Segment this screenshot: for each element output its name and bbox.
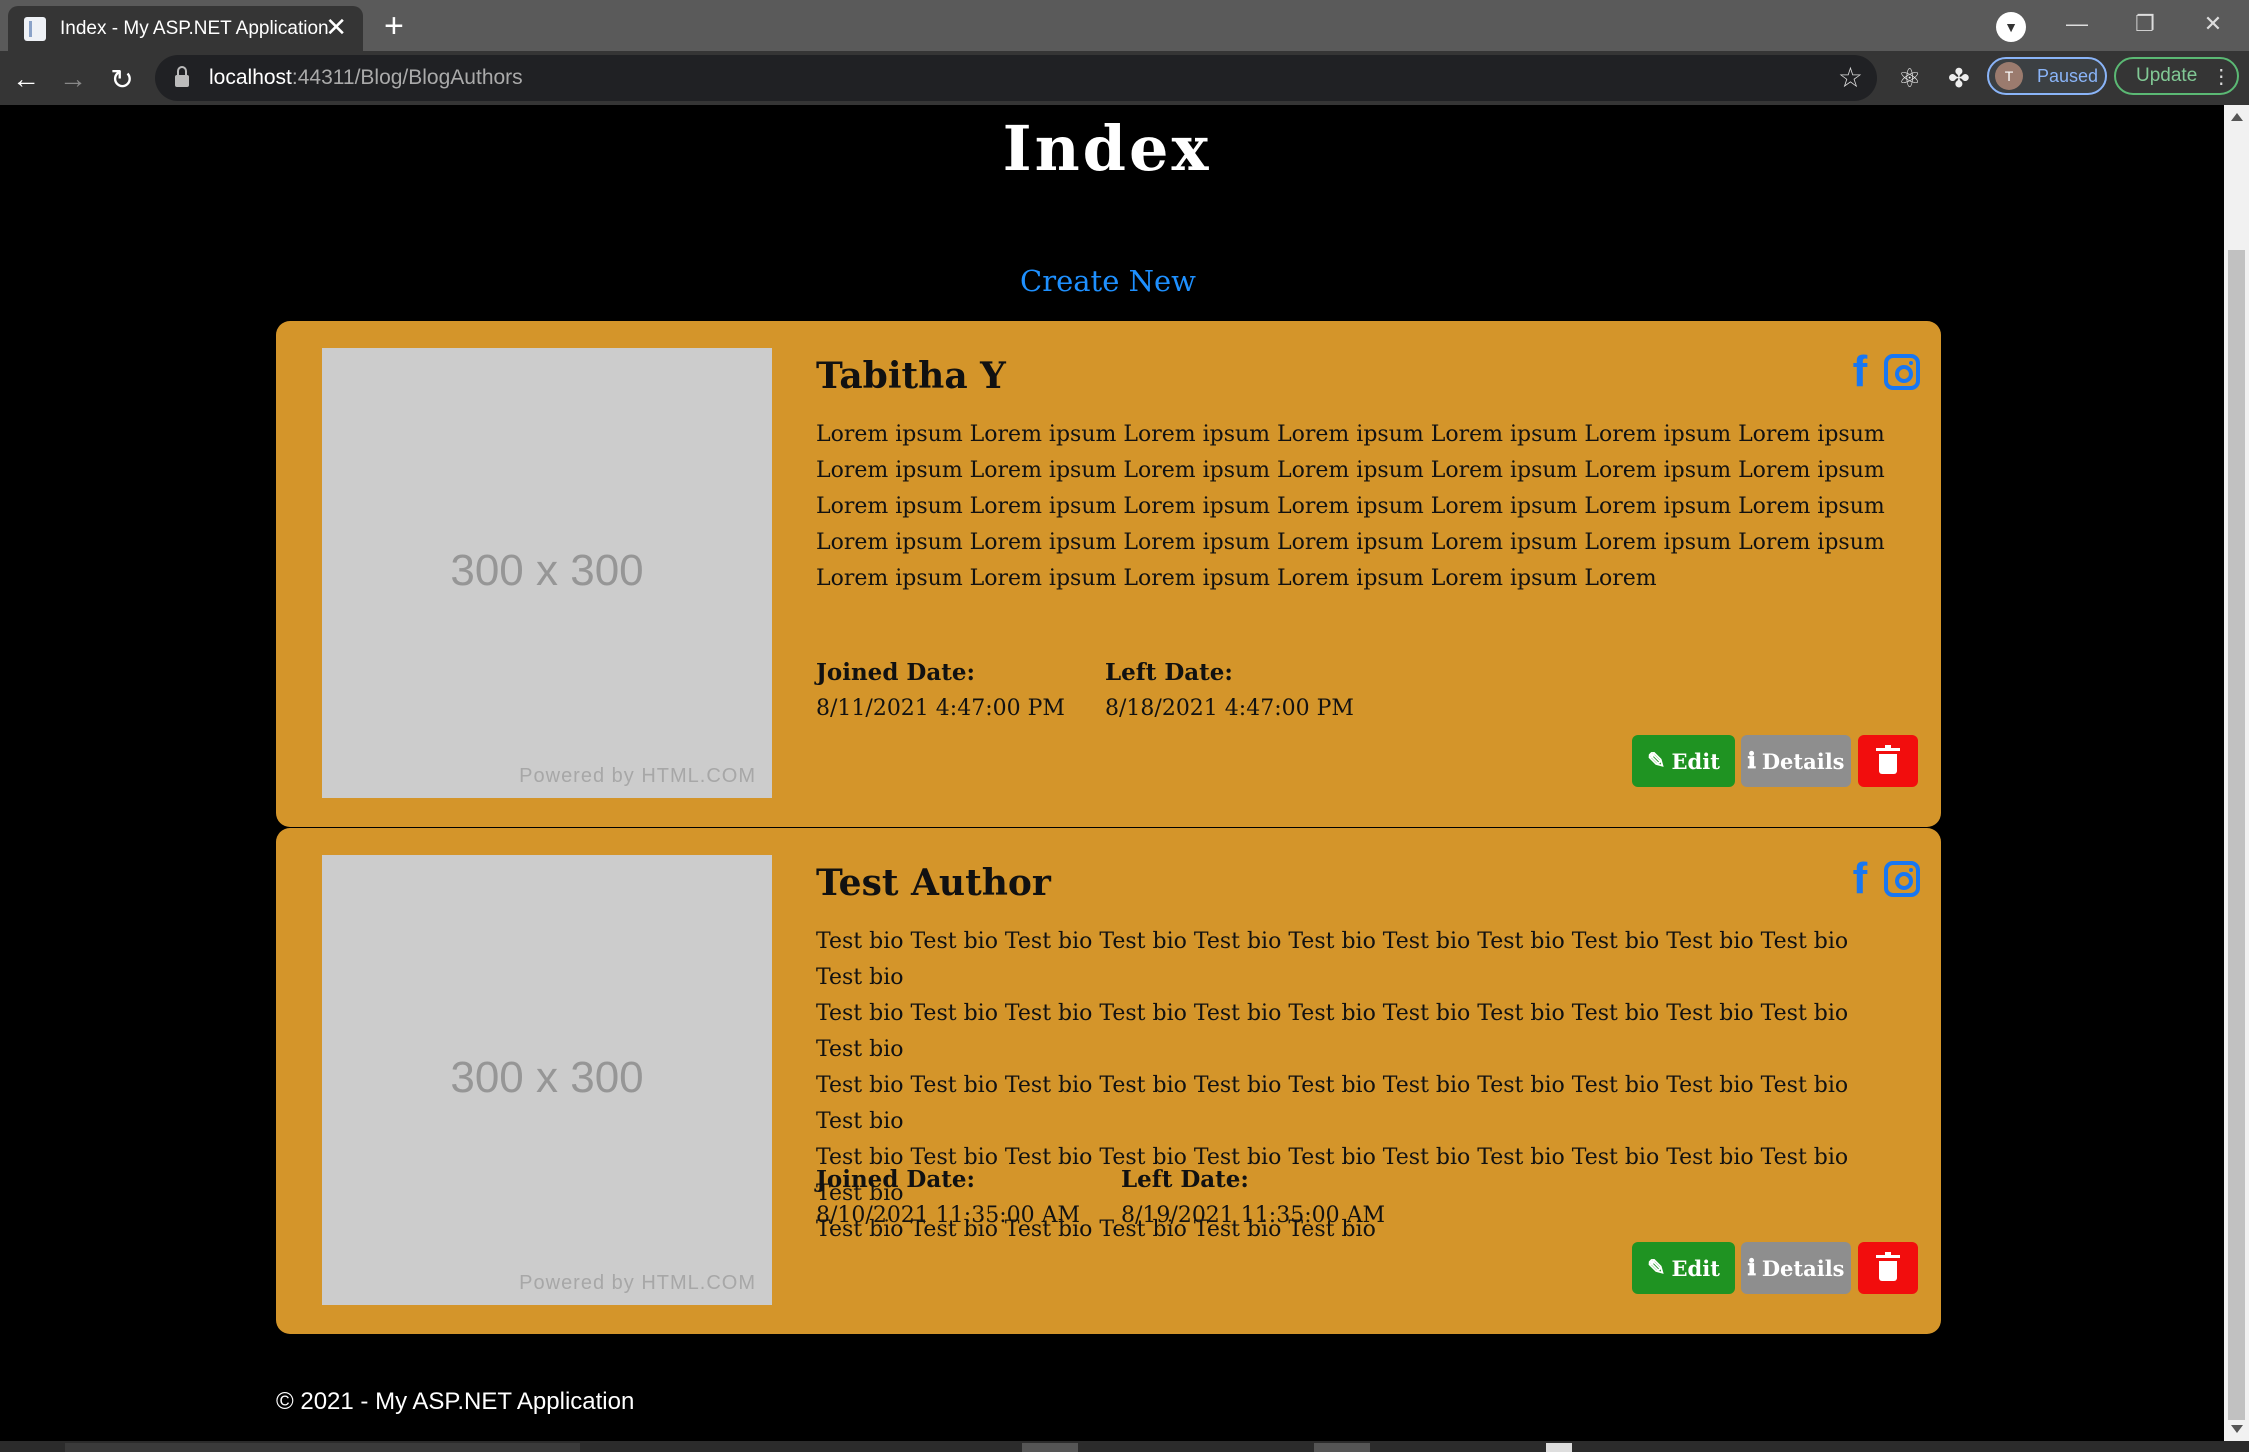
scrollbar-thumb[interactable] [2228,250,2245,1420]
left-date-label: Left Date: [1121,1166,1249,1193]
edit-icon: ✎ [1647,748,1666,774]
left-date-value: 8/18/2021 4:47:00 PM [1105,696,1354,721]
left-date: Left Date: 8/18/2021 4:47:00 PM [1105,655,1354,727]
create-new-link[interactable]: Create New [0,264,2216,298]
bookmark-star-icon[interactable]: ☆ [1838,61,1863,94]
update-button[interactable]: Update ⋮ [2114,57,2239,95]
joined-date-value: 8/10/2021 11:35:00 AM [816,1203,1081,1228]
bio-line: Lorem ipsum Lorem ipsum Lorem ipsum Lore… [816,566,1657,591]
image-credit: Powered by HTML.COM [519,1272,756,1294]
author-name: Test Author [816,862,1051,904]
details-label: Details [1761,748,1845,774]
delete-button[interactable] [1858,1242,1918,1294]
left-date: Left Date: 8/19/2021 11:35:00 AM [1121,1162,1385,1234]
react-devtools-icon[interactable]: ⚛ [1898,63,1921,94]
browser-tab-active[interactable]: Index - My ASP.NET Application ✕ [8,6,363,51]
details-button[interactable]: ℹ Details [1741,735,1851,787]
browser-toolbar: ← → ↻ localhost:44311/Blog/BlogAuthors ☆… [0,51,2249,105]
joined-date: Joined Date: 8/11/2021 4:47:00 PM [816,655,1065,727]
tab-title: Index - My ASP.NET Application [60,17,329,39]
restore-icon[interactable]: ❐ [2112,0,2178,48]
facebook-icon[interactable]: f [1847,854,1873,903]
image-size-text: 300 x 300 [450,1053,644,1102]
profile-button[interactable]: T Paused [1987,57,2107,95]
new-tab-icon[interactable]: + [384,6,404,46]
update-label: Update [2136,65,2198,86]
author-name: Tabitha Y [816,355,1006,397]
joined-date: Joined Date: 8/10/2021 11:35:00 AM [816,1162,1080,1234]
author-image-placeholder: 300 x 300 Powered by HTML.COM [322,855,772,1305]
instagram-icon[interactable] [1884,858,1920,900]
author-card: 300 x 300 Powered by HTML.COM Test Autho… [276,828,1941,1334]
bio-line: Test bio Test bio Test bio Test bio Test… [816,1073,1849,1134]
avatar: T [1995,62,2023,90]
window-close-icon[interactable]: ✕ [2180,0,2246,48]
taskbar-strip [0,1441,2249,1452]
edit-label: Edit [1671,748,1720,774]
back-arrow-icon[interactable]: ← [6,59,46,99]
details-label: Details [1761,1255,1845,1281]
reload-icon[interactable]: ↻ [102,59,142,99]
image-credit: Powered by HTML.COM [519,765,756,787]
bio-line: Lorem ipsum Lorem ipsum Lorem ipsum Lore… [816,494,1885,519]
page-favicon-icon [24,16,46,41]
joined-date-label: Joined Date: [816,659,976,686]
joined-date-value: 8/11/2021 4:47:00 PM [816,696,1065,721]
info-icon: ℹ [1747,748,1756,774]
extensions-puzzle-icon[interactable]: ✤ [1948,63,1970,94]
edit-icon: ✎ [1647,1255,1666,1281]
vertical-scrollbar[interactable] [2224,105,2249,1441]
kebab-menu-icon: ⋮ [2211,65,2232,88]
delete-button[interactable] [1858,735,1918,787]
tab-search-icon[interactable]: ▼ [1996,12,2026,42]
author-bio: Lorem ipsum Lorem ipsum Lorem ipsum Lore… [816,417,1896,597]
bio-line: Lorem ipsum Lorem ipsum Lorem ipsum Lore… [816,530,1885,555]
image-size-text: 300 x 300 [450,546,644,595]
joined-date-label: Joined Date: [816,1166,976,1193]
bio-line: Lorem ipsum Lorem ipsum Lorem ipsum Lore… [816,458,1885,483]
lock-icon [175,66,189,87]
bio-line: Test bio Test bio Test bio Test bio Test… [816,1001,1849,1062]
details-button[interactable]: ℹ Details [1741,1242,1851,1294]
url-text: localhost:44311/Blog/BlogAuthors [209,66,523,89]
left-date-label: Left Date: [1105,659,1233,686]
trash-icon [1876,1252,1900,1281]
bio-line: Lorem ipsum Lorem ipsum Lorem ipsum Lore… [816,422,1885,447]
edit-button[interactable]: ✎ Edit [1632,735,1735,787]
facebook-icon[interactable]: f [1847,347,1873,396]
minimize-icon[interactable]: — [2044,0,2110,48]
author-card: 300 x 300 Powered by HTML.COM Tabitha Y … [276,321,1941,827]
edit-button[interactable]: ✎ Edit [1632,1242,1735,1294]
instagram-icon[interactable] [1884,351,1920,393]
edit-label: Edit [1671,1255,1720,1281]
browser-tab-strip: Index - My ASP.NET Application ✕ + ▼ — ❐… [0,0,2249,51]
scroll-down-arrow-icon[interactable] [2231,1425,2243,1433]
left-date-value: 8/19/2021 11:35:00 AM [1121,1203,1386,1228]
page-title: Index [1002,112,1212,185]
trash-icon [1876,745,1900,774]
address-bar[interactable]: localhost:44311/Blog/BlogAuthors ☆ [155,55,1877,101]
author-image-placeholder: 300 x 300 Powered by HTML.COM [322,348,772,798]
profile-status: Paused [2037,65,2099,86]
footer-text: © 2021 - My ASP.NET Application [276,1388,635,1415]
tab-close-icon[interactable]: ✕ [325,12,347,43]
info-icon: ℹ [1747,1255,1756,1281]
scroll-up-arrow-icon[interactable] [2231,113,2243,121]
bio-line: Test bio Test bio Test bio Test bio Test… [816,929,1849,990]
forward-arrow-icon[interactable]: → [53,59,93,99]
